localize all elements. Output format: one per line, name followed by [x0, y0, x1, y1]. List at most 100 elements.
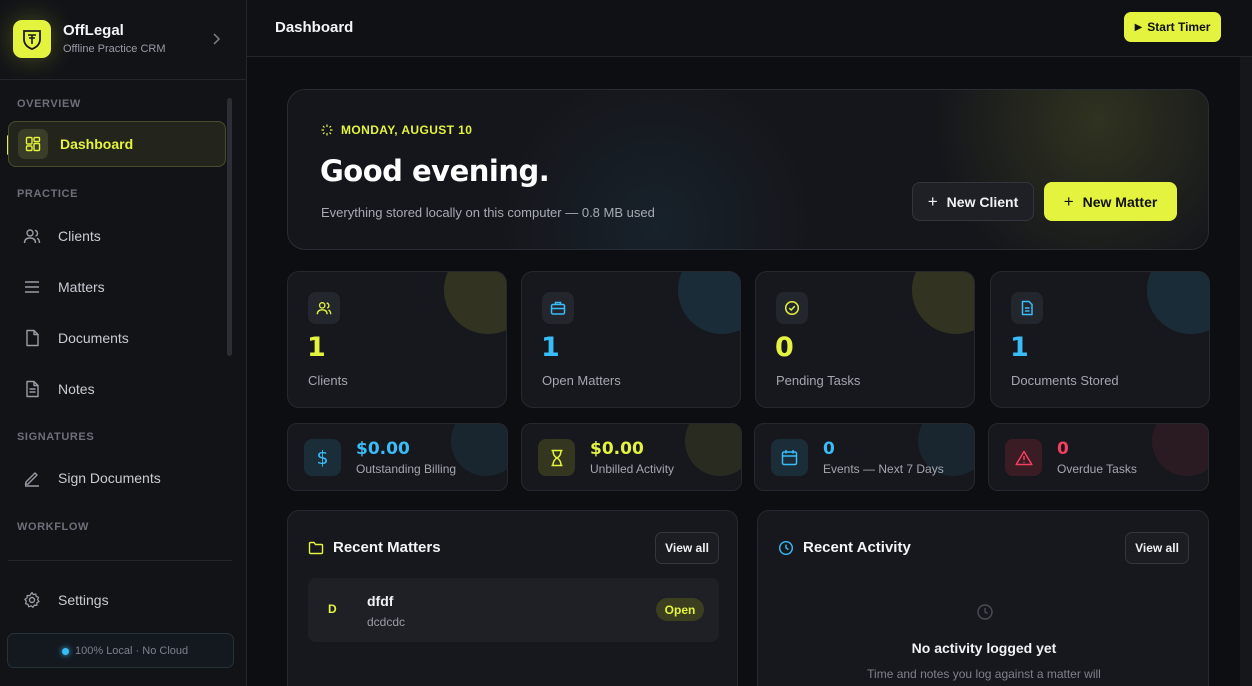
folder-icon	[308, 541, 324, 554]
greeting-title: Good evening.	[320, 154, 550, 188]
new-matter-button[interactable]: + New Matter	[1044, 182, 1177, 221]
brand-header[interactable]: OffLegal Offline Practice CRM	[0, 0, 246, 80]
section-workflow: WORKFLOW	[17, 521, 90, 533]
dashboard-icon	[18, 129, 48, 159]
sidebar-item-label: Dashboard	[60, 136, 134, 152]
sidebar-item-clients[interactable]: Clients	[8, 213, 226, 259]
view-all-activity-button[interactable]: View all	[1125, 532, 1189, 564]
panel-title-text: Recent Activity	[803, 539, 911, 556]
storage-status-text: 100% Local · No Cloud	[75, 644, 189, 657]
sidebar-divider	[8, 560, 232, 561]
stat-label: Pending Tasks	[776, 373, 861, 388]
section-practice: PRACTICE	[17, 188, 79, 200]
list-icon	[22, 277, 42, 297]
metric-unbilled-activity[interactable]: $0.00 Unbilled Activity	[521, 423, 742, 491]
status-badge: Open	[656, 598, 704, 621]
matter-initial: D	[328, 602, 337, 616]
metric-value: 0	[823, 439, 835, 459]
sidebar-item-label: Sign Documents	[58, 470, 161, 486]
recent-activity-panel: Recent Activity View all No activity log…	[757, 510, 1209, 686]
recent-matters-title: Recent Matters	[308, 539, 441, 556]
new-client-button[interactable]: + New Client	[912, 182, 1034, 221]
section-signatures: SIGNATURES	[17, 431, 95, 443]
clock-icon	[977, 604, 993, 620]
metric-label: Overdue Tasks	[1057, 462, 1137, 476]
section-overview: OVERVIEW	[17, 98, 81, 110]
app-tagline: Offline Practice CRM	[63, 43, 166, 55]
page-title: Dashboard	[275, 19, 354, 36]
decor-blob	[1152, 424, 1208, 476]
stat-value: 1	[1010, 332, 1029, 363]
gear-icon	[22, 590, 42, 610]
start-timer-label: Start Timer	[1147, 20, 1211, 34]
storage-summary: Everything stored locally on this comput…	[321, 205, 655, 220]
sidebar-item-label: Notes	[58, 381, 95, 397]
sidebar-item-dashboard[interactable]: Dashboard	[8, 121, 226, 167]
document-icon	[1011, 292, 1043, 324]
sidebar-item-sign-documents[interactable]: Sign Documents	[8, 455, 226, 501]
metric-value: 0	[1057, 439, 1069, 459]
plus-icon: +	[1063, 191, 1074, 211]
new-matter-label: New Matter	[1082, 193, 1158, 210]
warning-icon	[1005, 439, 1042, 476]
stat-card-clients[interactable]: 1 Clients	[287, 271, 507, 408]
empty-state-title: No activity logged yet	[911, 640, 1057, 656]
metric-overdue-tasks[interactable]: 0 Overdue Tasks	[988, 423, 1209, 491]
new-client-label: New Client	[946, 193, 1019, 210]
stat-card-documents[interactable]: 1 Documents Stored	[990, 271, 1210, 408]
file-icon	[22, 328, 42, 348]
top-bar: Dashboard ▶ Start Timer	[247, 0, 1252, 57]
metric-outstanding-billing[interactable]: $ $0.00 Outstanding Billing	[287, 423, 508, 491]
pen-icon	[22, 468, 42, 488]
decor-blob	[912, 272, 974, 334]
view-all-matters-button[interactable]: View all	[655, 532, 719, 564]
decor-blob	[1147, 272, 1209, 334]
metric-label: Unbilled Activity	[590, 462, 675, 476]
panel-title-text: Recent Matters	[333, 539, 441, 556]
app-logo	[13, 20, 51, 58]
main-scrollbar[interactable]	[1240, 57, 1252, 686]
matter-client: dcdcdc	[367, 615, 406, 629]
sidebar-item-notes[interactable]: Notes	[8, 366, 226, 412]
dollar-icon: $	[304, 439, 341, 476]
list-item[interactable]: D dfdf dcdcdc Open	[308, 578, 719, 642]
briefcase-icon	[542, 292, 574, 324]
users-icon	[22, 226, 42, 246]
sparkle-icon	[321, 124, 333, 136]
metric-upcoming-events[interactable]: 0 Events — Next 7 Days	[754, 423, 975, 491]
settings-label: Settings	[58, 592, 109, 608]
stat-label: Open Matters	[542, 373, 621, 388]
stat-card-open-matters[interactable]: 1 Open Matters	[521, 271, 741, 408]
chevron-right-icon[interactable]	[208, 31, 224, 47]
decor-blob	[444, 272, 506, 334]
decor-blob	[451, 424, 507, 476]
stat-label: Documents Stored	[1011, 373, 1119, 388]
decor-blob	[685, 424, 741, 476]
sidebar-item-documents[interactable]: Documents	[8, 315, 226, 361]
sidebar-scrollbar[interactable]	[227, 98, 232, 356]
stat-card-pending-tasks[interactable]: 0 Pending Tasks	[755, 271, 975, 408]
recent-matters-panel: Recent Matters View all D dfdf dcdcdc Op…	[287, 510, 738, 686]
app-name: OffLegal	[63, 22, 124, 39]
storage-status: 100% Local · No Cloud	[7, 633, 234, 668]
play-icon: ▶	[1134, 21, 1143, 33]
plus-icon: +	[927, 191, 938, 211]
stat-label: Clients	[308, 373, 348, 388]
metric-value: $0.00	[356, 439, 410, 459]
recent-activity-title: Recent Activity	[778, 539, 911, 556]
stat-value: 1	[307, 332, 326, 363]
notes-icon	[22, 379, 42, 399]
hourglass-icon	[538, 439, 575, 476]
calendar-icon	[771, 439, 808, 476]
metric-value: $0.00	[590, 439, 644, 459]
sidebar-item-label: Clients	[58, 228, 101, 244]
metric-label: Outstanding Billing	[356, 462, 457, 476]
users-icon	[308, 292, 340, 324]
sidebar: OffLegal Offline Practice CRM OVERVIEW D…	[0, 0, 247, 686]
stat-value: 0	[775, 332, 794, 363]
sidebar-item-matters[interactable]: Matters	[8, 264, 226, 310]
sidebar-item-settings[interactable]: Settings	[8, 577, 226, 623]
current-date: MONDAY, AUGUST 10	[321, 123, 472, 137]
start-timer-button[interactable]: ▶ Start Timer	[1124, 12, 1221, 42]
current-date-text: MONDAY, AUGUST 10	[341, 123, 473, 137]
